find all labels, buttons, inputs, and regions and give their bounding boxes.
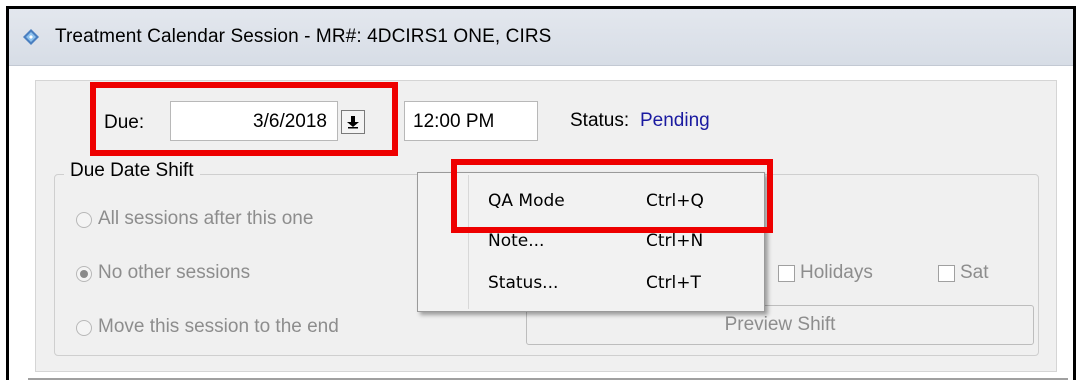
due-date-shift-title: Due Date Shift [64,160,200,182]
menu-item-label: Note... [488,231,545,251]
radio-all-sessions-label: All sessions after this one [98,208,314,229]
holidays-checkbox[interactable] [778,265,795,282]
sat-checkbox[interactable] [938,265,955,282]
title-bar[interactable]: Treatment Calendar Session - MR#: 4DCIRS… [9,9,1073,66]
holidays-label: Holidays [800,262,873,283]
radio-move-to-end-label: Move this session to the end [98,316,339,337]
radio-all-sessions[interactable] [76,212,92,228]
status-value: Pending [640,110,710,131]
window-title: Treatment Calendar Session - MR#: 4DCIRS… [55,26,552,47]
app-icon [23,29,39,45]
radio-no-other-sessions[interactable] [76,266,92,282]
due-time-value: 12:00 PM [413,111,495,132]
menu-item-status[interactable]: Status... Ctrl+T [418,263,764,303]
radio-no-other-sessions-label: No other sessions [98,262,251,283]
menu-item-shortcut: Ctrl+T [646,273,701,293]
sat-label: Sat [960,262,989,283]
due-time-field[interactable]: 12:00 PM [404,101,538,141]
menu-item-label: Status... [488,273,559,293]
radio-move-to-end[interactable] [76,320,92,336]
qa-mode-highlight-box [451,159,773,233]
status-label: Status: [570,110,630,131]
bottom-divider [28,378,1068,380]
due-highlight-box [90,82,398,156]
menu-item-shortcut: Ctrl+N [646,231,704,251]
